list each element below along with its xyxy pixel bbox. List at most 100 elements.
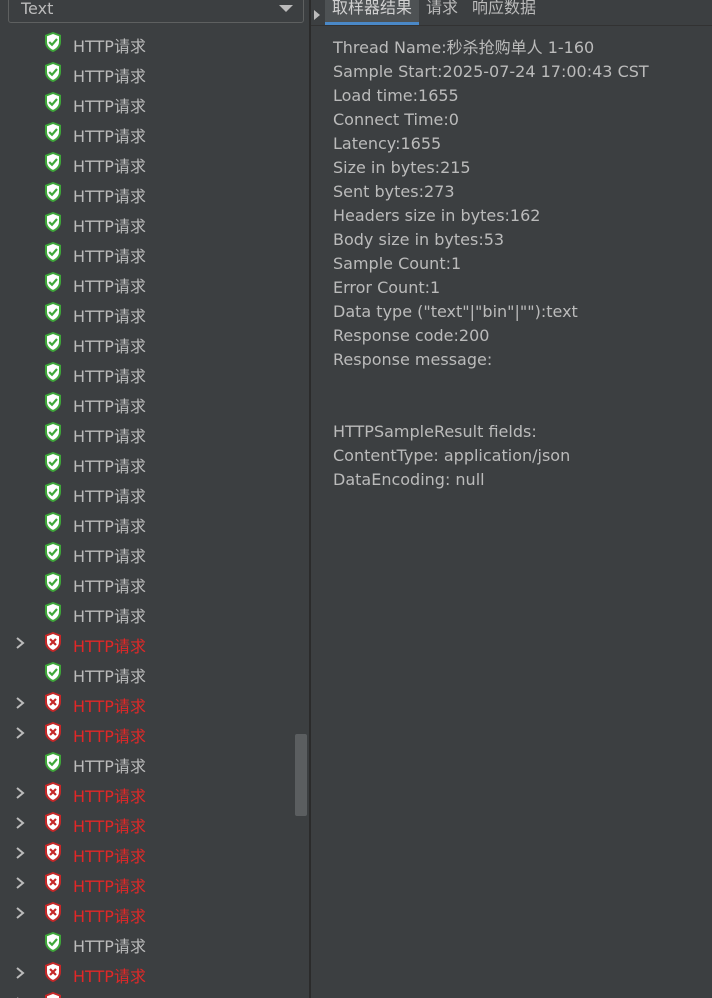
sampler-result-text: Thread Name:秒杀抢购单人 1-160 Sample Start:202… <box>333 36 649 492</box>
chevron-right-icon[interactable] <box>13 846 27 860</box>
tree-item[interactable]: HTTP请求 <box>0 148 295 178</box>
tree-item-label: HTTP请求 <box>73 337 146 356</box>
tab-sampler-result[interactable]: 取样器结果 <box>325 0 420 25</box>
tree-item-label: HTTP请求 <box>73 577 146 596</box>
chevron-down-icon[interactable] <box>279 5 293 12</box>
tree-item-label: HTTP请求 <box>73 397 146 416</box>
tree-item-label: HTTP请求 <box>73 307 146 326</box>
tab-divider <box>311 25 712 26</box>
sample-result-tree: HTTP请求 HTTP请求 HTTP请求 HTTP请求 HTTP请求 HTTP请求 HTTP… <box>0 28 295 998</box>
tree-item-label: HTTP请求 <box>73 247 146 266</box>
tree-item[interactable]: HTTP请求 <box>0 658 295 688</box>
tree-item[interactable]: HTTP请求 <box>0 838 295 868</box>
error-shield-icon <box>45 872 61 892</box>
tree-item[interactable]: HTTP请求 <box>0 328 295 358</box>
sample-detail-pane: 取样器结果 请求 响应数据 Thread Name:秒杀抢购单人 1-160 Samp… <box>311 0 712 998</box>
tree-item-label: HTTP请求 <box>73 187 146 206</box>
error-shield-icon <box>45 722 61 742</box>
chevron-right-icon[interactable] <box>13 966 27 980</box>
tree-item[interactable]: HTTP请求 <box>0 118 295 148</box>
tree-item[interactable]: HTTP请求 <box>0 688 295 718</box>
tree-item-label: HTTP请求 <box>73 727 146 746</box>
tree-item[interactable]: HTTP请求 <box>0 628 295 658</box>
results-tree-pane: Text HTTP请求 HTTP请求 HTTP请求 HTTP请求 HTTP请求 HTTP请… <box>0 0 309 998</box>
chevron-right-icon[interactable] <box>13 906 27 920</box>
error-shield-icon <box>45 812 61 832</box>
tree-item[interactable]: HTTP请求 <box>0 928 295 958</box>
chevron-right-icon[interactable] <box>13 816 27 830</box>
tree-item-label: HTTP请求 <box>73 817 146 836</box>
detail-line: Headers size in bytes:162 <box>333 206 541 225</box>
error-shield-icon <box>45 962 61 982</box>
chevron-right-icon[interactable] <box>13 786 27 800</box>
detail-line: Error Count:1 <box>333 278 441 297</box>
tree-item[interactable]: HTTP请求 <box>0 238 295 268</box>
tree-item[interactable]: HTTP请求 <box>0 418 295 448</box>
tree-item-label: HTTP请求 <box>73 757 146 776</box>
error-shield-icon <box>45 992 61 998</box>
collapse-arrow-icon[interactable] <box>314 10 320 20</box>
tree-item-label: HTTP请求 <box>73 157 146 176</box>
tab-request[interactable]: 请求 <box>419 0 465 22</box>
tree-item[interactable]: HTTP请求 <box>0 478 295 508</box>
tab-response-data[interactable]: 响应数据 <box>465 0 543 22</box>
tree-item[interactable]: HTTP请求 <box>0 778 295 808</box>
tree-item-label: HTTP请求 <box>73 547 146 566</box>
tree-item-label: HTTP请求 <box>73 937 146 956</box>
tree-item[interactable]: HTTP请求 <box>0 808 295 838</box>
tree-scrollbar-thumb[interactable] <box>295 734 307 816</box>
detail-line: Connect Time:0 <box>333 110 459 129</box>
success-shield-icon <box>45 182 61 202</box>
tree-item-label: HTTP请求 <box>73 667 146 686</box>
tree-item-label: HTTP请求 <box>73 127 146 146</box>
success-shield-icon <box>45 212 61 232</box>
tree-item[interactable]: HTTP请求 <box>0 508 295 538</box>
success-shield-icon <box>45 32 61 52</box>
chevron-right-icon[interactable] <box>13 876 27 890</box>
renderer-select[interactable]: Text <box>8 0 304 23</box>
success-shield-icon <box>45 572 61 592</box>
chevron-right-icon[interactable] <box>13 636 27 650</box>
success-shield-icon <box>45 152 61 172</box>
tree-item[interactable]: HTTP请求 <box>0 298 295 328</box>
detail-line: Sample Start:2025-07-24 17:00:43 CST <box>333 62 649 81</box>
tree-item-label: HTTP请求 <box>73 277 146 296</box>
tree-item-label: HTTP请求 <box>73 637 146 656</box>
detail-line <box>333 372 649 396</box>
tree-item-label: HTTP请求 <box>73 517 146 536</box>
error-shield-icon <box>45 632 61 652</box>
detail-line: DataEncoding: null <box>333 470 485 489</box>
tree-item[interactable]: HTTP请求 <box>0 748 295 778</box>
tree-item[interactable]: HTTP请求 <box>0 268 295 298</box>
tree-item[interactable]: HTTP请求 <box>0 448 295 478</box>
chevron-right-icon[interactable] <box>13 696 27 710</box>
success-shield-icon <box>45 362 61 382</box>
tree-item-label: HTTP请求 <box>73 487 146 506</box>
tree-item[interactable]: HTTP请求 <box>0 868 295 898</box>
tree-item[interactable]: HTTP请求 <box>0 358 295 388</box>
tree-item[interactable]: HTTP请求 <box>0 718 295 748</box>
tree-item[interactable]: HTTP请求 <box>0 538 295 568</box>
tree-item-label: HTTP请求 <box>73 993 146 998</box>
detail-line: Body size in bytes:53 <box>333 230 505 249</box>
tree-item[interactable]: HTTP请求 <box>0 898 295 928</box>
tree-item[interactable]: HTTP请求 <box>0 208 295 238</box>
tree-item[interactable]: HTTP请求 <box>0 388 295 418</box>
tree-item-label: HTTP请求 <box>73 97 146 116</box>
tree-item[interactable]: HTTP请求 <box>0 958 295 988</box>
success-shield-icon <box>45 302 61 322</box>
tree-item[interactable]: HTTP请求 <box>0 28 295 58</box>
success-shield-icon <box>45 512 61 532</box>
tree-item[interactable]: HTTP请求 <box>0 598 295 628</box>
tree-item[interactable]: HTTP请求 <box>0 178 295 208</box>
tree-item-label: HTTP请求 <box>73 217 146 236</box>
tree-item[interactable]: HTTP请求 <box>0 58 295 88</box>
chevron-right-icon[interactable] <box>13 726 27 740</box>
detail-line: Latency:1655 <box>333 134 442 153</box>
tree-item[interactable]: HTTP请求 <box>0 88 295 118</box>
tree-item[interactable]: HTTP请求 <box>0 988 295 998</box>
success-shield-icon <box>45 662 61 682</box>
detail-line: Data type ("text"|"bin"|""):text <box>333 302 578 321</box>
tree-item[interactable]: HTTP请求 <box>0 568 295 598</box>
tree-item-label: HTTP请求 <box>73 847 146 866</box>
